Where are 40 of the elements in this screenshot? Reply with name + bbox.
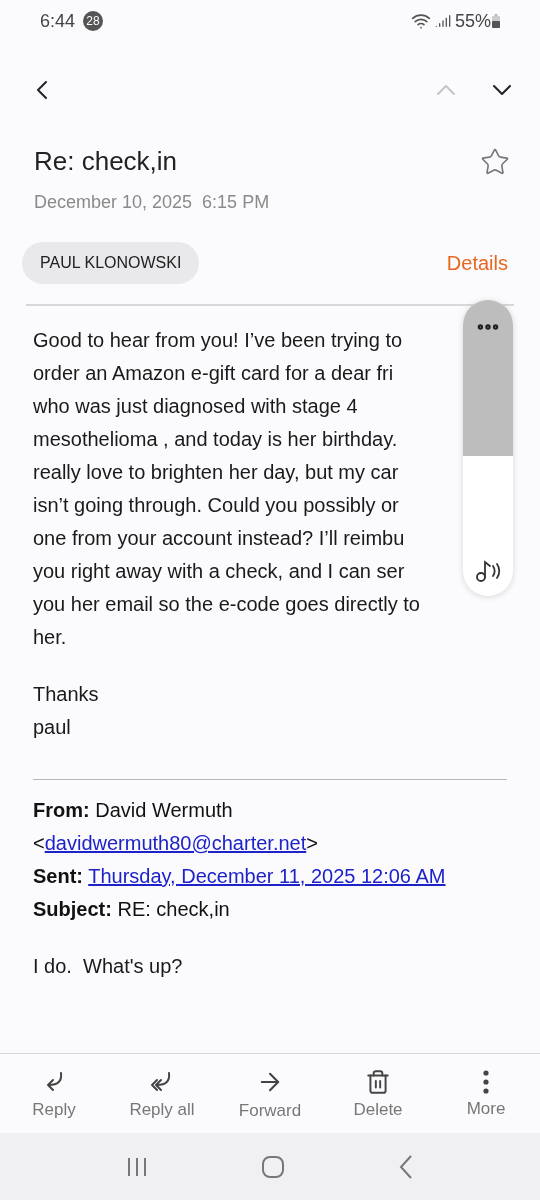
home-icon[interactable] — [261, 1154, 285, 1179]
wifi-icon — [410, 11, 431, 31]
speaker-note-icon[interactable] — [474, 558, 502, 584]
star-button[interactable] — [480, 146, 510, 177]
body-text-line: order an Amazon e-gift card for a dear fri — [33, 361, 394, 386]
signature-line: Thanks — [33, 682, 99, 707]
quoted-body-text: I do. What's up? — [33, 954, 183, 979]
body-text-line: Good to hear from you! I’ve been trying to — [33, 328, 403, 353]
signal-icon — [434, 13, 451, 29]
quoted-header-line: Subject: RE: check,in — [33, 897, 231, 922]
battery-percentage: 55% — [454, 9, 491, 33]
header-link[interactable]: Thursday, December 11, 2025 12:06 AM — [88, 865, 446, 887]
email-date: December 10, 2025 6:15 PM — [33, 191, 271, 214]
header-link[interactable]: davidwermuth80@charter.net — [44, 832, 307, 854]
toolbar-action-button[interactable]: Reply all — [108, 1054, 216, 1133]
toolbar-action-button[interactable]: More — [432, 1054, 540, 1133]
email-subject: Re: check,in — [34, 145, 179, 178]
body-text-line: you her email so the e-code goes directly to — [33, 592, 420, 617]
back-nav-icon[interactable] — [397, 1153, 414, 1180]
notification-count-badge: 28 — [83, 11, 104, 31]
toolbar-action-button[interactable]: Delete — [324, 1054, 432, 1133]
battery-icon — [492, 14, 500, 28]
recent-apps-icon[interactable] — [126, 1155, 149, 1178]
body-text-line: mesothelioma , and today is her birthday. — [33, 427, 398, 452]
body-text-line: you right away with a check, and I can ser — [33, 559, 405, 584]
signature-line: paul — [33, 715, 71, 740]
trash-icon — [365, 1068, 391, 1095]
body-text-line: one from your account instead? I’ll reimbu — [33, 526, 405, 551]
status-time: 6:44 — [40, 9, 76, 33]
quoted-header-line: Sent: Thursday, December 11, 2025 12:06 AM — [33, 864, 447, 889]
quoted-header-line: From: David Wermuth <davidwermuth80@charter.net> — [33, 798, 319, 856]
details-link[interactable]: Details — [446, 248, 508, 278]
body-text-line: isn’t going through. Could you possibly or — [33, 493, 399, 518]
toolbar-action-button[interactable]: Forward — [216, 1054, 324, 1133]
more-icon — [483, 1069, 489, 1094]
body-text-line: who was just diagnosed with stage 4 — [33, 394, 358, 419]
sender-chip[interactable]: PAUL KLONOWSKI — [22, 242, 200, 284]
body-text-line: her. — [33, 625, 67, 650]
body-text-line: really love to brighten her day, but my car — [33, 460, 399, 485]
toolbar-action-button[interactable]: Reply — [0, 1054, 108, 1133]
